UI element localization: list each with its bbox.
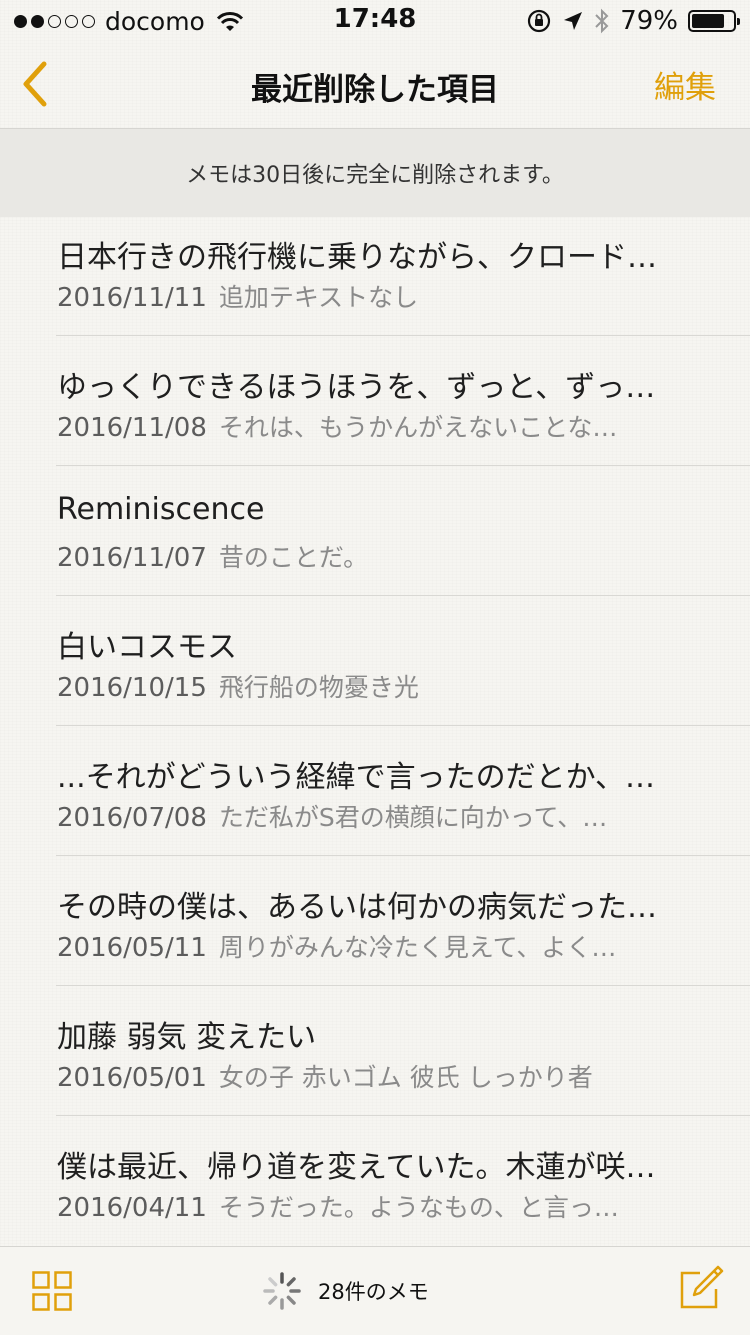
- note-meta: 2016/07/08 ただ私がS君の横顔に向かって、…: [57, 798, 697, 834]
- note-count-area: 28件のメモ: [262, 1271, 429, 1311]
- note-meta: 2016/05/11 周りがみんな冷たく見えて、よく…: [57, 928, 697, 964]
- note-row[interactable]: Reminiscence 2016/11/07 昔のことだ。: [0, 466, 750, 596]
- note-meta: 2016/11/11 追加テキストなし: [57, 278, 697, 314]
- battery-level: [692, 14, 724, 28]
- note-date: 2016/11/07: [57, 543, 207, 573]
- compose-button[interactable]: [678, 1263, 726, 1311]
- deleted-notes-list: 日本行きの飛行機に乗りながら、クロード… 2016/11/11 追加テキストなし …: [0, 216, 750, 1246]
- battery-percent: 79%: [620, 6, 678, 36]
- orientation-lock-icon: [528, 9, 551, 33]
- note-preview: ただ私がS君の横顔に向かって、…: [218, 803, 608, 832]
- compose-icon: [680, 1265, 724, 1309]
- grid-icon: [32, 1271, 72, 1311]
- note-preview: 飛行船の物憂き光: [218, 673, 419, 702]
- note-row[interactable]: ...それがどういう経緯で言ったのだとか、… 2016/07/08 ただ私がS君の…: [0, 726, 750, 856]
- note-row[interactable]: その時の僕は、あるいは何かの病気だった… 2016/05/11 周りがみんな冷たく…: [0, 856, 750, 986]
- note-preview: 昔のことだ。: [218, 543, 369, 572]
- note-title: ゆっくりできるほうほうを、ずっと、ずっ…: [57, 370, 656, 405]
- note-date: 2016/05/01: [57, 1063, 207, 1093]
- note-meta: 2016/04/11 そうだった。ようなもの、と言っ…: [57, 1188, 697, 1224]
- navigation-bar: 最近削除した項目 編集: [0, 40, 750, 128]
- folder-view-button[interactable]: [32, 1271, 72, 1311]
- note-date: 2016/05/11: [57, 933, 207, 963]
- status-bar: docomo 17:48 79%: [0, 0, 750, 40]
- spinner-icon: [263, 1272, 301, 1310]
- note-row[interactable]: 加藤 弱気 変えたい 2016/05/01 女の子 赤いゴム 彼氏 しっかり者: [0, 986, 750, 1116]
- note-preview: 追加テキストなし: [218, 283, 419, 312]
- battery-icon: [688, 10, 740, 32]
- note-date: 2016/10/15: [57, 673, 207, 703]
- note-title: 白いコスモス: [57, 630, 237, 665]
- note-date: 2016/07/08: [57, 803, 207, 833]
- note-preview: 周りがみんな冷たく見えて、よく…: [218, 933, 617, 962]
- note-meta: 2016/05/01 女の子 赤いゴム 彼氏 しっかり者: [57, 1058, 697, 1094]
- note-title: ...それがどういう経緯で言ったのだとか、…: [57, 760, 656, 795]
- note-preview: 女の子 赤いゴム 彼氏 しっかり者: [218, 1063, 593, 1092]
- note-date: 2016/04/11: [57, 1193, 207, 1223]
- note-meta: 2016/11/08 それは、もうかんがえないことな…: [57, 408, 697, 444]
- status-right: 79%: [526, 6, 740, 36]
- note-row[interactable]: 白いコスモス 2016/10/15 飛行船の物憂き光: [0, 596, 750, 726]
- note-title: その時の僕は、あるいは何かの病気だった…: [57, 890, 657, 925]
- note-title: 加藤 弱気 変えたい: [57, 1020, 317, 1055]
- note-count: 28件のメモ: [318, 1280, 429, 1304]
- bluetooth-icon: [595, 8, 609, 34]
- note-date: 2016/11/11: [57, 283, 207, 313]
- note-row[interactable]: 日本行きの飛行機に乗りながら、クロード… 2016/11/11 追加テキストなし: [0, 216, 750, 336]
- note-title: 僕は最近、帰り道を変えていた。木蓮が咲…: [57, 1150, 656, 1185]
- edit-button[interactable]: 編集: [654, 62, 716, 107]
- page-title: 最近削除した項目: [251, 72, 499, 108]
- banner-text: メモは30日後に完全に削除されます。: [186, 163, 564, 188]
- bottom-toolbar: 28件のメモ: [0, 1246, 750, 1335]
- note-row[interactable]: ゆっくりできるほうほうを、ずっと、ずっ… 2016/11/08 それは、もうかんが…: [0, 336, 750, 466]
- note-title: 日本行きの飛行機に乗りながら、クロード…: [57, 240, 657, 275]
- deletion-info-banner: メモは30日後に完全に削除されます。: [0, 128, 750, 217]
- note-row[interactable]: 僕は最近、帰り道を変えていた。木蓮が咲… 2016/04/11 そうだった。ような…: [0, 1116, 750, 1246]
- note-title: Reminiscence: [57, 492, 265, 527]
- note-meta: 2016/11/07 昔のことだ。: [57, 538, 697, 574]
- location-arrow-icon: [564, 12, 583, 30]
- note-preview: それは、もうかんがえないことな…: [218, 413, 618, 442]
- note-date: 2016/11/08: [57, 413, 207, 443]
- note-meta: 2016/10/15 飛行船の物憂き光: [57, 668, 697, 704]
- note-preview: そうだった。ようなもの、と言っ…: [218, 1193, 619, 1222]
